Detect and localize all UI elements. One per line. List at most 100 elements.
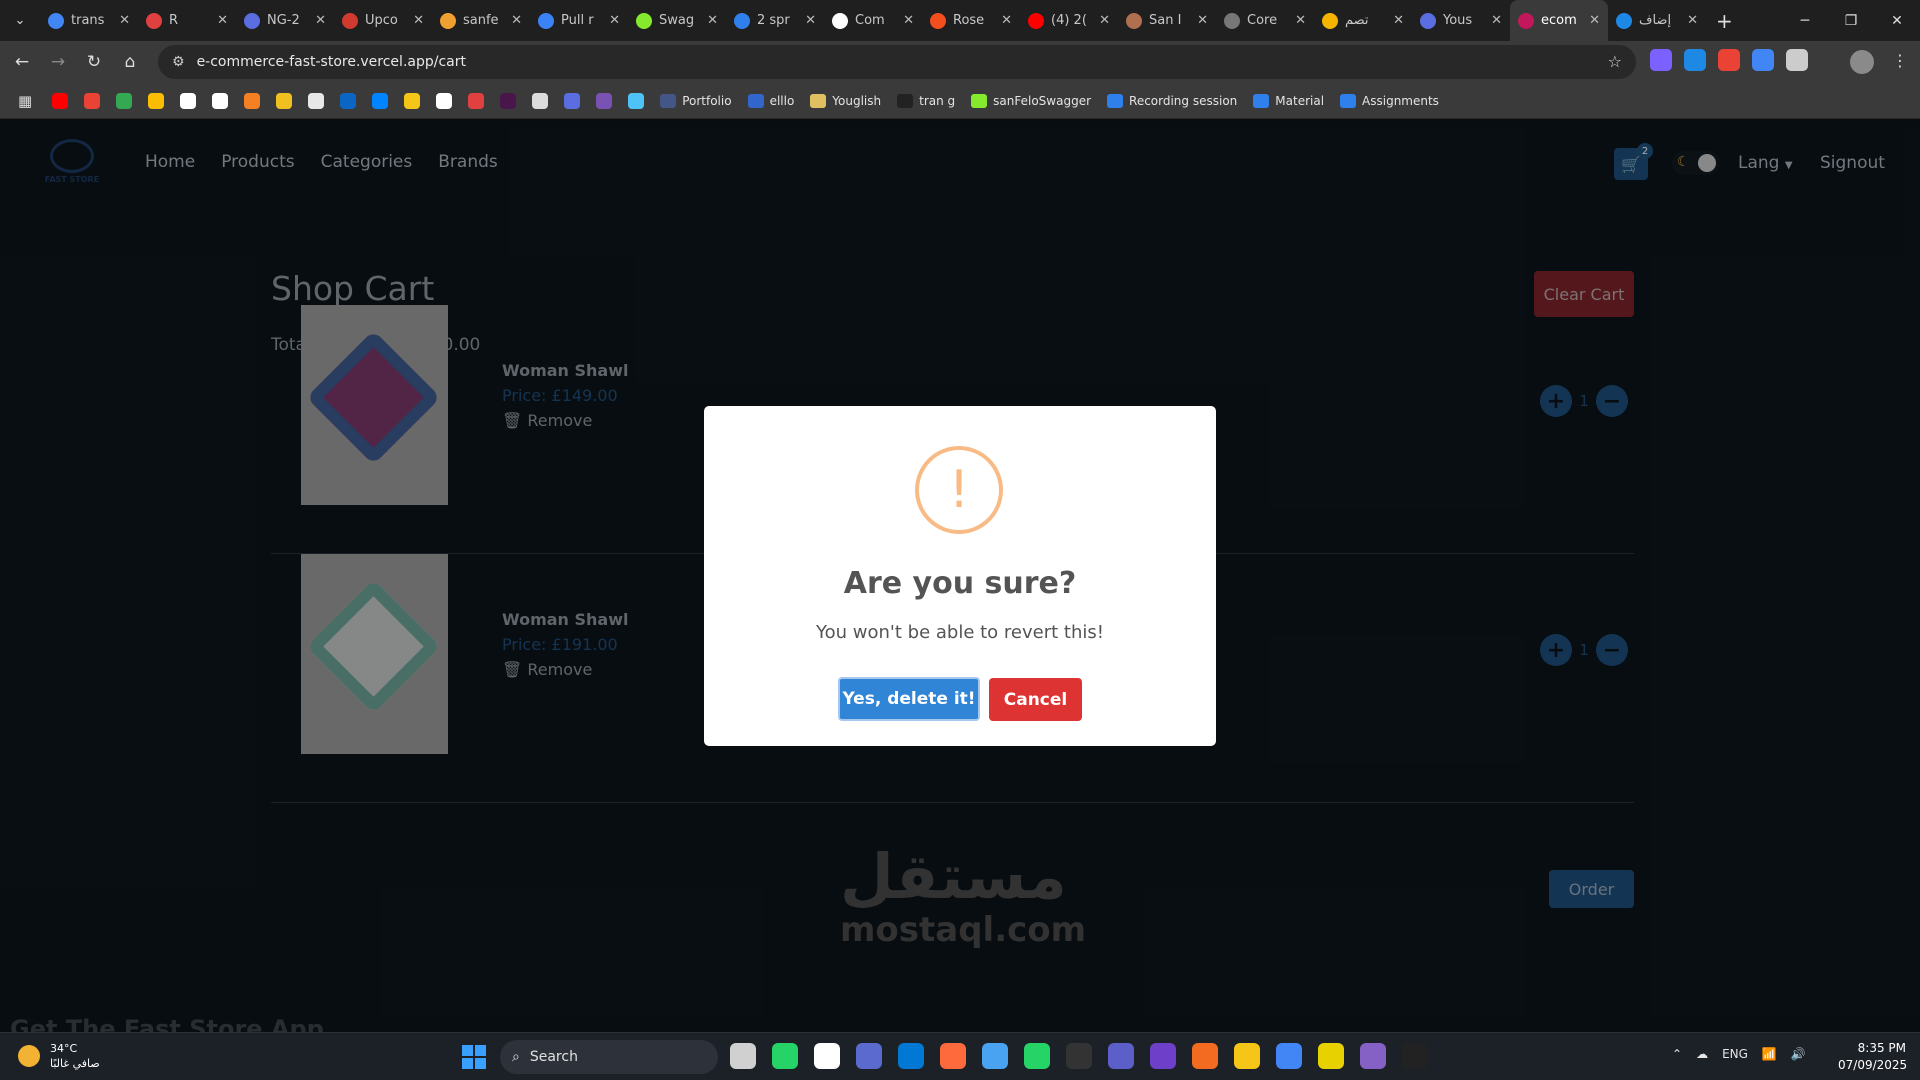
browser-tab[interactable]: trans ✕	[40, 0, 138, 41]
taskbar-app-icon[interactable]	[982, 1043, 1008, 1069]
volume-icon[interactable]: 🔊	[1791, 1047, 1806, 1061]
tab-close-icon[interactable]: ✕	[609, 13, 620, 28]
home-icon[interactable]: ⌂	[112, 44, 148, 80]
bookmark-favicon-icon[interactable]	[628, 92, 645, 109]
taskbar-app-icon[interactable]	[940, 1043, 966, 1069]
onedrive-icon[interactable]: ☁	[1696, 1047, 1708, 1061]
tab-search-icon[interactable]: ⌄	[0, 0, 40, 41]
bookmark-favicon-icon[interactable]	[532, 92, 549, 109]
browser-tab[interactable]: Yous ✕	[1412, 0, 1510, 41]
bookmark-item[interactable]: Portfolio	[660, 93, 732, 108]
browser-tab[interactable]: تصم ✕	[1314, 0, 1412, 41]
tab-close-icon[interactable]: ✕	[707, 13, 718, 28]
tab-close-icon[interactable]: ✕	[1687, 13, 1698, 28]
browser-tab[interactable]: San I ✕	[1118, 0, 1216, 41]
address-bar[interactable]: ⚙ e-commerce-fast-store.vercel.app/cart …	[158, 45, 1636, 79]
tab-close-icon[interactable]: ✕	[1491, 13, 1502, 28]
taskbar-app-icon[interactable]	[1360, 1043, 1386, 1069]
browser-tab[interactable]: ecom ✕	[1510, 0, 1608, 41]
bookmark-star-icon[interactable]: ☆	[1608, 52, 1622, 71]
extension-icon[interactable]	[1718, 49, 1740, 71]
bookmark-favicon-icon[interactable]	[212, 92, 229, 109]
apps-grid-icon[interactable]: ▦	[18, 92, 32, 110]
browser-tab[interactable]: Core ✕	[1216, 0, 1314, 41]
browser-tab[interactable]: Rose ✕	[922, 0, 1020, 41]
tab-close-icon[interactable]: ✕	[805, 13, 816, 28]
tab-close-icon[interactable]: ✕	[119, 13, 130, 28]
bookmark-favicon-icon[interactable]	[596, 92, 613, 109]
bookmark-favicon-icon[interactable]	[372, 92, 389, 109]
tab-close-icon[interactable]: ✕	[1099, 13, 1110, 28]
bookmark-favicon-icon[interactable]	[500, 92, 517, 109]
bookmark-item[interactable]: Recording session	[1107, 93, 1237, 108]
browser-tab[interactable]: R ✕	[138, 0, 236, 41]
taskbar-app-icon[interactable]	[1066, 1043, 1092, 1069]
bookmark-favicon-icon[interactable]	[276, 92, 293, 109]
back-icon[interactable]: ←	[4, 44, 40, 80]
taskbar-app-icon[interactable]	[814, 1043, 840, 1069]
taskbar-app-icon[interactable]	[730, 1043, 756, 1069]
taskbar-app-icon[interactable]	[898, 1043, 924, 1069]
bookmark-favicon-icon[interactable]	[244, 92, 261, 109]
taskbar-app-icon[interactable]	[1024, 1043, 1050, 1069]
minimize-icon[interactable]: ─	[1782, 0, 1828, 41]
tab-close-icon[interactable]: ✕	[1393, 13, 1404, 28]
extension-icon[interactable]	[1650, 49, 1672, 71]
browser-menu-icon[interactable]: ⋮	[1892, 51, 1908, 70]
tray-lang[interactable]: ENG	[1722, 1047, 1748, 1061]
browser-tab[interactable]: NG-2 ✕	[236, 0, 334, 41]
tab-close-icon[interactable]: ✕	[1001, 13, 1012, 28]
browser-tab[interactable]: Swag ✕	[628, 0, 726, 41]
confirm-delete-button[interactable]: Yes, delete it!	[838, 677, 980, 721]
bookmark-favicon-icon[interactable]	[468, 92, 485, 109]
forward-icon[interactable]: →	[40, 44, 76, 80]
browser-tab[interactable]: Upco ✕	[334, 0, 432, 41]
tab-close-icon[interactable]: ✕	[217, 13, 228, 28]
taskbar-app-icon[interactable]	[1402, 1043, 1428, 1069]
bookmark-favicon-icon[interactable]	[436, 92, 453, 109]
reload-icon[interactable]: ↻	[76, 44, 112, 80]
extension-icon[interactable]	[1684, 49, 1706, 71]
tray-chevron-icon[interactable]: ⌃	[1672, 1047, 1682, 1061]
profile-avatar[interactable]	[1850, 50, 1874, 74]
restore-icon[interactable]: ❐	[1828, 0, 1874, 41]
browser-tab[interactable]: 2 spr ✕	[726, 0, 824, 41]
windows-start-icon[interactable]	[462, 1045, 486, 1069]
bookmark-item[interactable]: tran g	[897, 93, 955, 108]
bookmark-favicon-icon[interactable]	[84, 92, 101, 109]
cancel-button[interactable]: Cancel	[989, 678, 1082, 721]
browser-tab[interactable]: sanfe ✕	[432, 0, 530, 41]
bookmark-favicon-icon[interactable]	[52, 92, 69, 109]
taskbar-app-icon[interactable]	[1108, 1043, 1134, 1069]
taskbar-clock[interactable]: 8:35 PM 07/09/2025	[1838, 1040, 1907, 1074]
wifi-icon[interactable]: 📶	[1762, 1047, 1777, 1061]
close-window-icon[interactable]: ✕	[1874, 0, 1920, 41]
taskbar-app-icon[interactable]	[1150, 1043, 1176, 1069]
taskbar-app-icon[interactable]	[1318, 1043, 1344, 1069]
taskbar-app-icon[interactable]	[772, 1043, 798, 1069]
bookmark-item[interactable]: sanFeloSwagger	[971, 93, 1091, 108]
tab-close-icon[interactable]: ✕	[511, 13, 522, 28]
extension-icon[interactable]	[1786, 49, 1808, 71]
tab-close-icon[interactable]: ✕	[315, 13, 326, 28]
tab-close-icon[interactable]: ✕	[903, 13, 914, 28]
tab-close-icon[interactable]: ✕	[1295, 13, 1306, 28]
taskbar-app-icon[interactable]	[1276, 1043, 1302, 1069]
bookmark-favicon-icon[interactable]	[148, 92, 165, 109]
site-info-icon[interactable]: ⚙	[172, 54, 185, 70]
weather-widget[interactable]: 34°C صافي غالبًا	[18, 1041, 100, 1071]
browser-tab[interactable]: Pull r ✕	[530, 0, 628, 41]
new-tab-icon[interactable]: +	[1716, 9, 1733, 33]
bookmark-item[interactable]: elllo	[747, 93, 794, 108]
bookmark-favicon-icon[interactable]	[564, 92, 581, 109]
bookmark-favicon-icon[interactable]	[404, 92, 421, 109]
bookmark-favicon-icon[interactable]	[180, 92, 197, 109]
bookmark-item[interactable]: Assignments	[1340, 93, 1439, 108]
browser-tab[interactable]: إضاف ✕	[1608, 0, 1706, 41]
bookmark-favicon-icon[interactable]	[116, 92, 133, 109]
browser-tab[interactable]: (4) 2( ✕	[1020, 0, 1118, 41]
taskbar-search[interactable]: ⌕ Search	[500, 1040, 718, 1074]
bookmark-favicon-icon[interactable]	[340, 92, 357, 109]
bookmark-item[interactable]: Youglish	[810, 93, 881, 108]
taskbar-app-icon[interactable]	[856, 1043, 882, 1069]
